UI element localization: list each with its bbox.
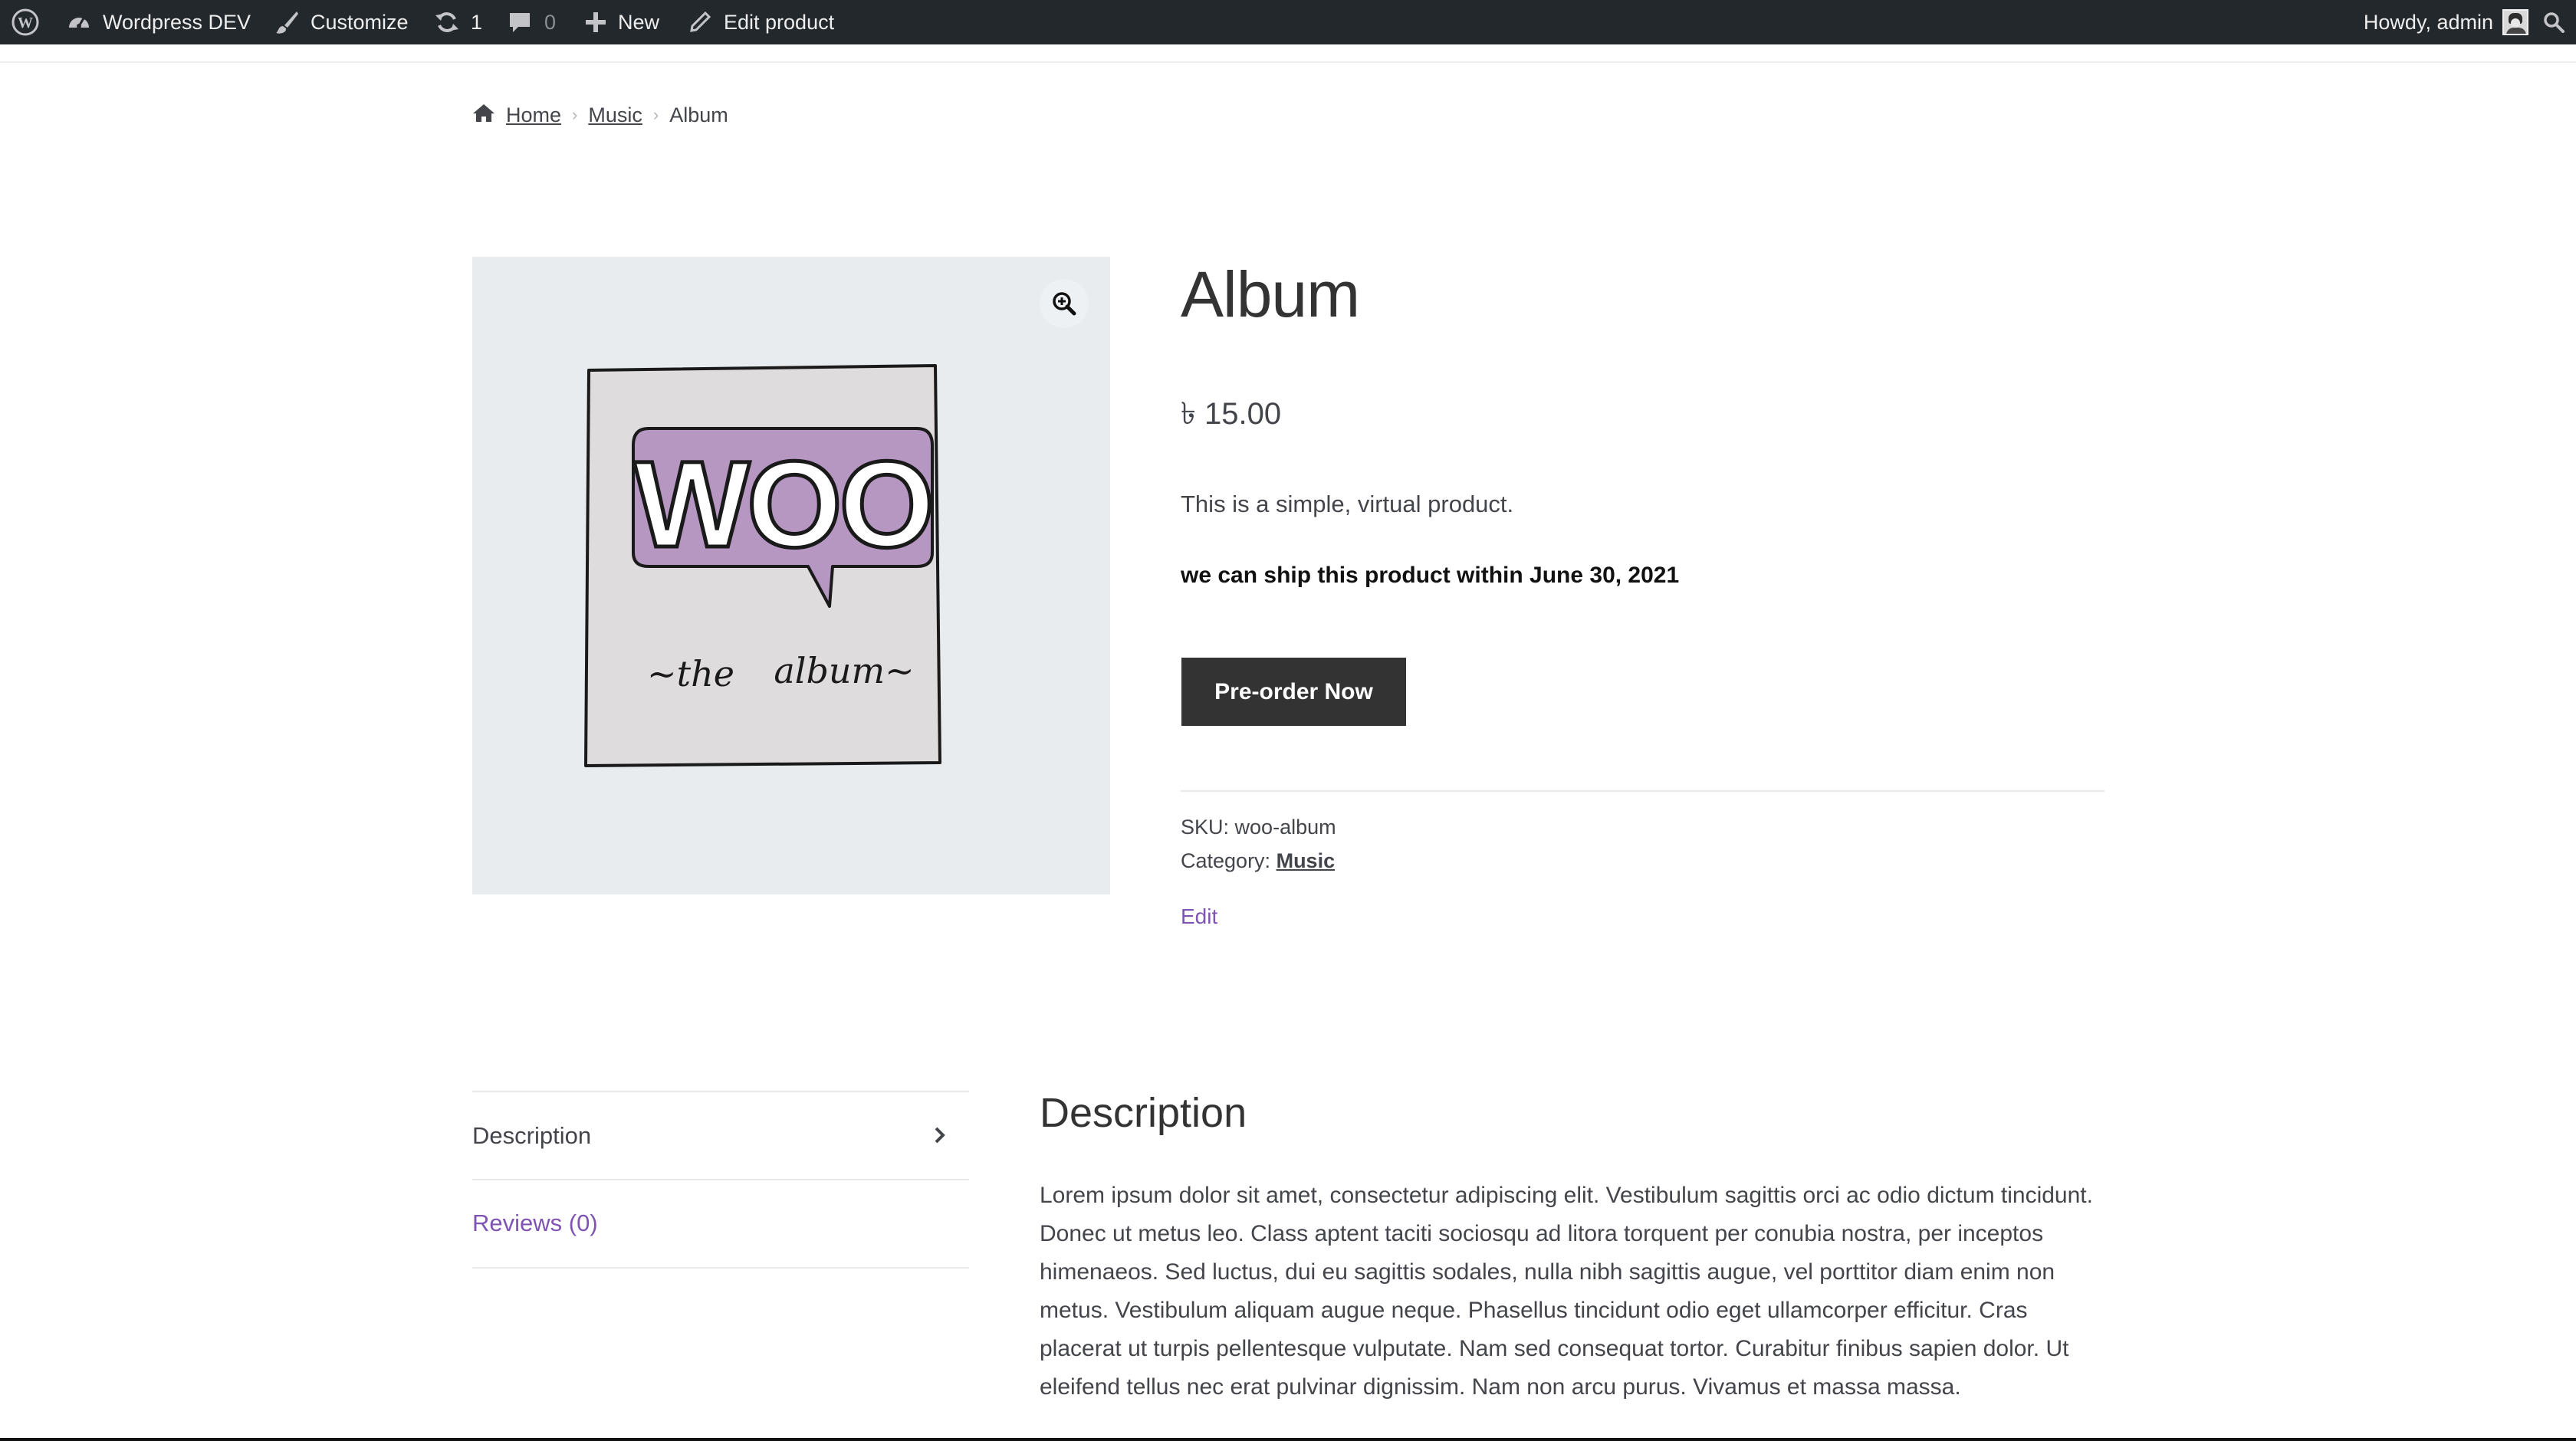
- breadcrumb-current: Album: [669, 103, 728, 126]
- admin-bar: W Wordpress DEV Customize 1 0 New Edit p…: [0, 0, 2576, 44]
- shipping-note: we can ship this product within June 30,…: [1181, 563, 1680, 588]
- my-account-menu[interactable]: Howdy, admin: [2364, 0, 2528, 44]
- site-name-label: Wordpress DEV: [103, 10, 251, 34]
- svg-text:W: W: [18, 15, 33, 31]
- edit-product-link[interactable]: Edit product: [688, 0, 834, 44]
- updates-count: 1: [471, 10, 483, 34]
- window-bottom-edge: [0, 1438, 2576, 1441]
- dashboard-icon: [66, 9, 92, 35]
- category-link[interactable]: Music: [1276, 849, 1336, 872]
- woo-badge-text: WOO: [634, 435, 932, 573]
- edit-link[interactable]: Edit: [1181, 904, 1217, 929]
- home-icon: [472, 103, 495, 128]
- paintbrush-icon: [274, 9, 300, 35]
- sku-row: SKU: woo-album: [1181, 816, 1336, 839]
- chevron-right-icon: [932, 1124, 948, 1151]
- howdy-label: Howdy, admin: [2363, 10, 2493, 34]
- header-divider: [0, 61, 2576, 63]
- sku-value: woo-album: [1234, 816, 1336, 839]
- customize-label: Customize: [310, 10, 409, 34]
- zoom-in-icon[interactable]: [1040, 279, 1089, 328]
- category-label: Category:: [1181, 849, 1271, 872]
- product-price: ৳ 15.00: [1181, 397, 1282, 431]
- sku-label: SKU:: [1181, 816, 1230, 839]
- tab-divider: [472, 1091, 969, 1092]
- comment-bubble-icon: [508, 10, 532, 34]
- album-caption-right: album~: [774, 650, 914, 691]
- tab-description-label: Description: [472, 1122, 592, 1149]
- tab-reviews-label: Reviews (0): [472, 1210, 598, 1236]
- album-caption-left: ~the: [647, 653, 734, 694]
- refresh-icon: [434, 9, 460, 35]
- description-heading: Description: [1040, 1090, 1247, 1136]
- new-content-menu[interactable]: New: [584, 0, 659, 44]
- breadcrumb: Home › Music › Album: [472, 100, 728, 130]
- breadcrumb-separator-icon: ›: [572, 105, 578, 124]
- site-name-menu[interactable]: Wordpress DEV: [66, 0, 251, 44]
- pencil-icon: [688, 11, 711, 34]
- comments-count: 0: [544, 10, 557, 34]
- updates-link[interactable]: 1: [434, 0, 482, 44]
- product-title: Album: [1181, 258, 1360, 330]
- avatar: [2502, 9, 2528, 35]
- tab-description[interactable]: Description: [472, 1093, 969, 1179]
- tab-reviews[interactable]: Reviews (0): [472, 1180, 969, 1266]
- new-label: New: [618, 10, 660, 34]
- short-description: This is a simple, virtual product.: [1181, 491, 1514, 517]
- product-gallery[interactable]: WOO ~the album~: [472, 257, 1110, 894]
- plus-icon: [584, 11, 607, 34]
- wordpress-logo-icon[interactable]: W: [11, 0, 40, 44]
- summary-divider: [1181, 790, 2104, 792]
- search-icon[interactable]: [2542, 0, 2565, 44]
- product-image: WOO ~the album~: [584, 364, 941, 767]
- description-body: Lorem ipsum dolor sit amet, consectetur …: [1040, 1183, 2093, 1400]
- category-row: Category: Music: [1181, 849, 1335, 873]
- comments-link[interactable]: 0: [508, 0, 556, 44]
- customize-link[interactable]: Customize: [274, 0, 409, 44]
- edit-product-label: Edit product: [724, 10, 835, 34]
- breadcrumb-home-link[interactable]: Home: [506, 103, 561, 127]
- tab-divider: [472, 1267, 969, 1269]
- breadcrumb-category-link[interactable]: Music: [588, 103, 642, 127]
- preorder-button[interactable]: Pre-order Now: [1181, 658, 1406, 726]
- breadcrumb-separator-icon: ›: [652, 105, 659, 124]
